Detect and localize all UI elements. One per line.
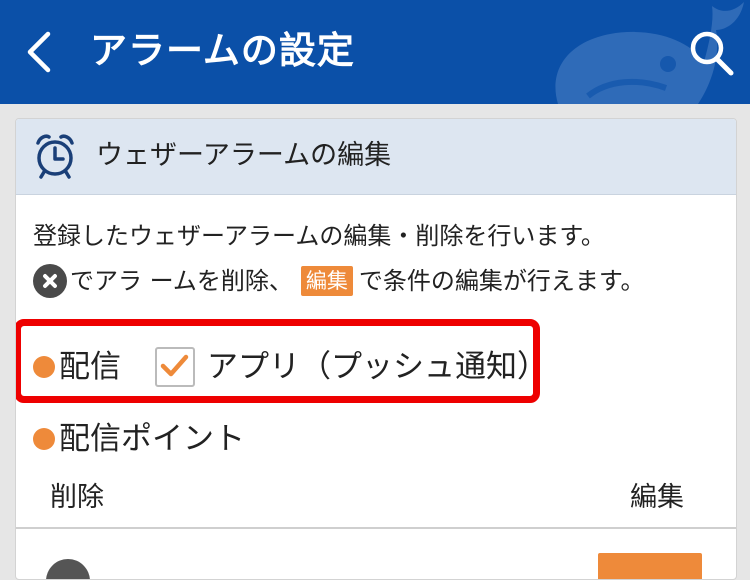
description-line-1: 登録したウェザーアラームの編集・削除を行います。 (33, 222, 605, 250)
app-header: アラームの設定 (0, 0, 750, 104)
orange-bullet-icon (33, 356, 55, 378)
delivery-points-row: 配信ポイント (33, 417, 245, 461)
orange-bullet-icon (33, 428, 55, 450)
description-line-2: でアラ ームを削除、 編集 で条件の編集が行えます。 (33, 261, 645, 301)
column-header-delete: 削除 (50, 482, 104, 513)
card-title: ウェザーアラームの編集 (96, 140, 392, 171)
delivery-row: 配信 アプリ（プッシュ通知） (33, 345, 548, 389)
back-button[interactable] (20, 28, 60, 76)
description-text-b: で条件の編集が行えます。 (358, 267, 645, 295)
row-delete-button[interactable] (46, 559, 90, 579)
delete-x-icon (33, 264, 67, 298)
chevron-left-icon (27, 31, 51, 73)
delivery-points-label: 配信ポイント (59, 421, 245, 457)
row-edit-button[interactable] (598, 553, 702, 579)
app-push-checkbox[interactable] (155, 347, 195, 387)
checkmark-icon (160, 354, 189, 377)
edit-badge: 編集 (300, 266, 353, 296)
alarm-edit-card: ウェザーアラームの編集 登録したウェザーアラームの編集・削除を行います。 でアラ… (15, 118, 737, 580)
description-text-a: でアラ ームを削除、 (70, 267, 293, 295)
search-button[interactable] (686, 28, 738, 78)
column-header-edit: 編集 (630, 482, 684, 513)
alarm-clock-icon (36, 134, 74, 179)
card-header: ウェザーアラームの編集 (16, 119, 736, 195)
divider (16, 527, 736, 529)
delivery-label: 配信 (59, 349, 121, 385)
search-icon (690, 31, 734, 76)
page-title: アラームの設定 (90, 29, 355, 72)
app-push-label[interactable]: アプリ（プッシュ通知） (207, 345, 548, 389)
